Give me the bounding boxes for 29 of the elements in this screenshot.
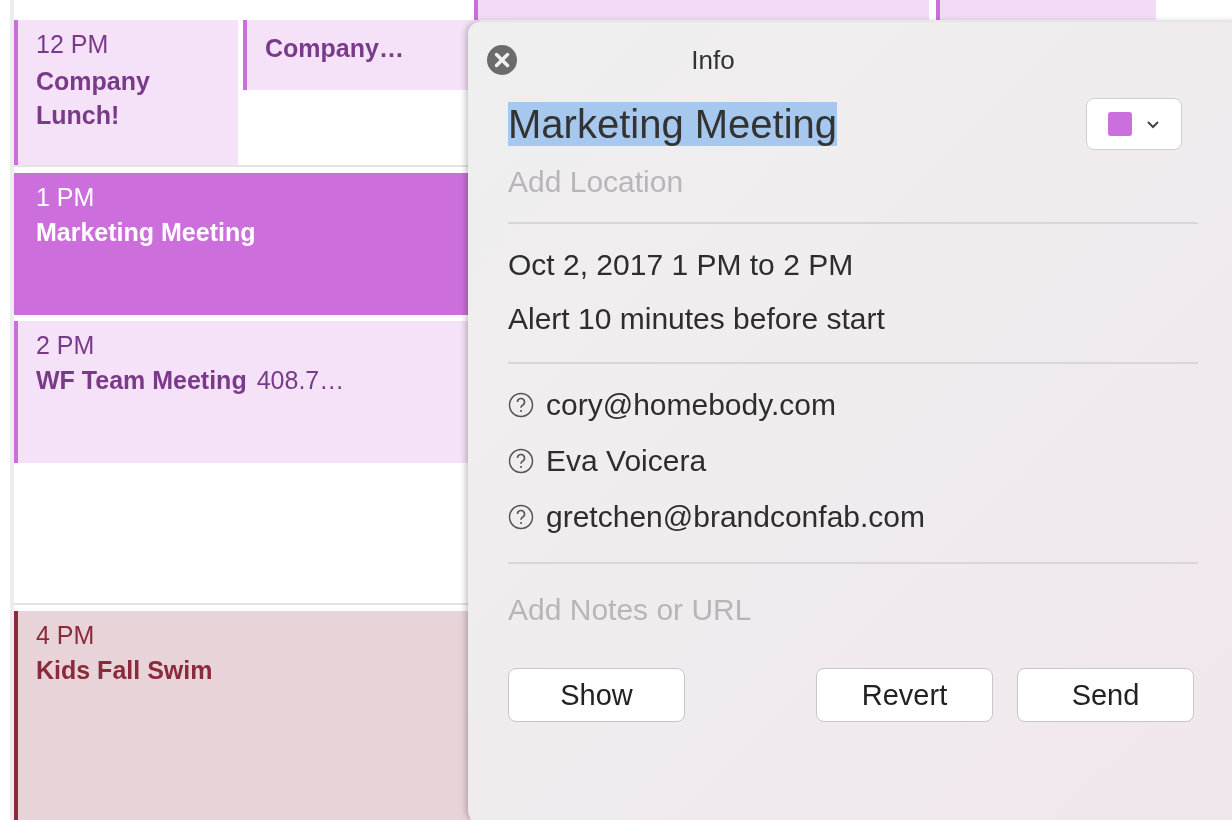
event-alert[interactable]: Alert 10 minutes before start: [508, 302, 1198, 336]
event-time: 12 PM: [36, 30, 110, 59]
event-title: WF Team Meeting: [36, 366, 247, 395]
calendar-event[interactable]: 12 PM Company Lunch!: [14, 20, 238, 165]
event-detail: 408.7…: [256, 366, 345, 395]
invitee-name[interactable]: gretchen@brandconfab.com: [546, 500, 925, 534]
event-time: 2 PM: [36, 331, 96, 360]
location-field[interactable]: Add Location: [508, 162, 1198, 202]
event-title: Marketing Meeting: [36, 218, 256, 247]
calendar-event[interactable]: Company…: [243, 20, 480, 90]
notes-field[interactable]: Add Notes or URL: [508, 590, 1198, 630]
title-field[interactable]: Marketing Meeting: [508, 100, 838, 148]
popover-button[interactable]: Send: [1017, 668, 1194, 722]
popover-button[interactable]: Show: [508, 668, 685, 722]
event-title: Kids Fall Swim: [36, 656, 213, 685]
event-time: 4 PM: [36, 621, 96, 650]
close-icon[interactable]: [486, 44, 518, 76]
event-date[interactable]: Oct 2, 2017 1 PM to 2 PM: [508, 248, 1198, 282]
invitee-name[interactable]: cory@homebody.com: [546, 388, 836, 422]
popover-button[interactable]: Revert: [816, 668, 993, 722]
calendar-event[interactable]: 2 PM WF Team Meeting 408.7…: [14, 321, 470, 463]
calendar-color-dropdown[interactable]: [1086, 98, 1182, 150]
popover-title: Info: [691, 44, 735, 76]
event-title: Company Lunch!: [36, 66, 151, 131]
calendar-event[interactable]: 4 PM Kids Fall Swim: [14, 611, 470, 820]
event-time: 1 PM: [36, 183, 96, 212]
event-title: Company…: [265, 34, 405, 63]
chevron-icon: [1146, 119, 1160, 129]
invitee-name[interactable]: Eva Voicera: [546, 444, 707, 478]
